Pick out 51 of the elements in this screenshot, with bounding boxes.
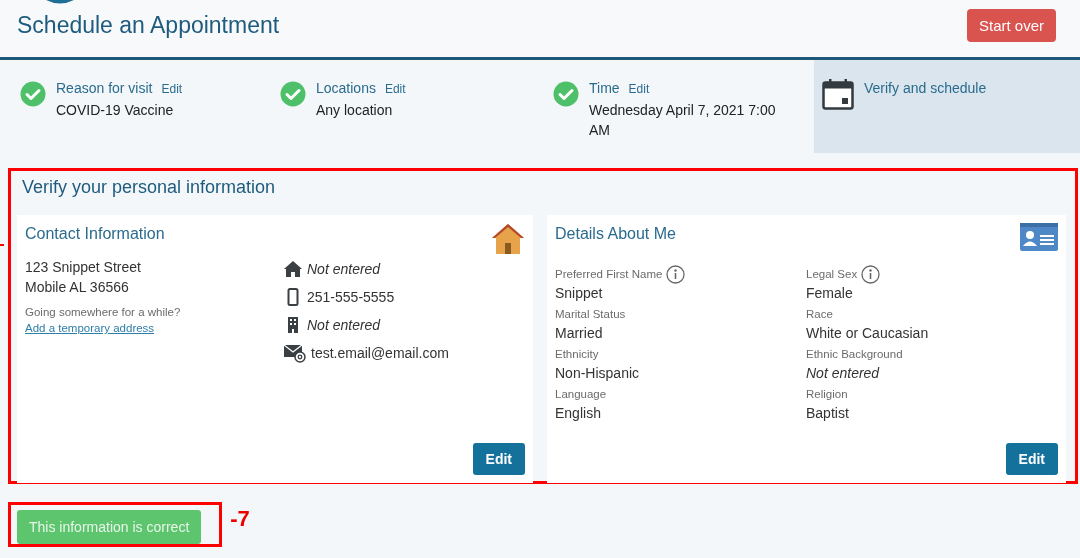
field-value: Married — [555, 324, 604, 343]
step-value: Any location — [316, 101, 394, 120]
field-label: Preferred First Name — [555, 268, 663, 280]
field-label: Legal Sex — [806, 268, 858, 280]
step-value: COVID-19 Vaccine — [56, 101, 175, 120]
phone-icon — [284, 288, 302, 306]
edit-button[interactable]: Edit — [472, 443, 525, 475]
step-label: Verify and schedule — [864, 80, 987, 96]
field-value: Baptist — [806, 404, 850, 423]
annotation-label: -7 — [230, 505, 250, 532]
away-prompt: Going somewhere for a while? — [25, 306, 182, 318]
info-icon[interactable] — [861, 264, 881, 284]
field-label: Religion — [806, 388, 848, 400]
address-line: Mobile AL 36566 — [25, 278, 130, 297]
card-title: Details About Me — [555, 225, 676, 243]
id-card-icon — [1020, 223, 1058, 251]
contact-value: 251-555-5555 — [307, 288, 395, 307]
field-value: Snippet — [555, 284, 604, 303]
field-label: Marital Status — [555, 308, 626, 320]
house-icon — [284, 260, 302, 278]
info-icon[interactable] — [666, 264, 686, 284]
house-icon — [491, 223, 525, 255]
annotation-mark — [0, 244, 4, 246]
logo-icon — [45, 0, 75, 4]
field-value: Not entered — [806, 364, 881, 383]
field-value: Female — [806, 284, 854, 303]
card-title: Contact Information — [25, 225, 165, 243]
step-value: Wednesday April 7, 2021 7:00 AM — [589, 101, 777, 140]
contact-value: Not entered — [307, 316, 381, 335]
contact-value: test.email@email.com — [311, 344, 449, 363]
page-title: Schedule an Appointment — [17, 12, 280, 39]
field-label: Ethnicity — [555, 348, 599, 360]
field-label: Language — [555, 388, 607, 400]
edit-link[interactable]: Edit — [384, 82, 406, 96]
step-label: Time — [589, 80, 620, 96]
step-label: Locations — [316, 80, 376, 96]
edit-button[interactable]: Edit — [1005, 443, 1058, 475]
contact-value: Not entered — [307, 260, 381, 279]
edit-link[interactable]: Edit — [628, 82, 650, 96]
field-label: Race — [806, 308, 833, 320]
field-value: English — [555, 404, 602, 423]
edit-link[interactable]: Edit — [161, 82, 183, 96]
field-label: Ethnic Background — [806, 348, 903, 360]
add-address-link[interactable]: Add a temporary address — [25, 322, 155, 334]
section-title: Verify your personal information — [22, 177, 277, 198]
field-value: Non-Hispanic — [555, 364, 641, 383]
start-over-button[interactable]: Start over — [966, 9, 1056, 42]
address-line: 123 Snippet Street — [25, 258, 142, 277]
field-value: White or Caucasian — [806, 324, 930, 343]
email-icon — [284, 343, 306, 363]
step-label: Reason for visit — [56, 80, 153, 96]
